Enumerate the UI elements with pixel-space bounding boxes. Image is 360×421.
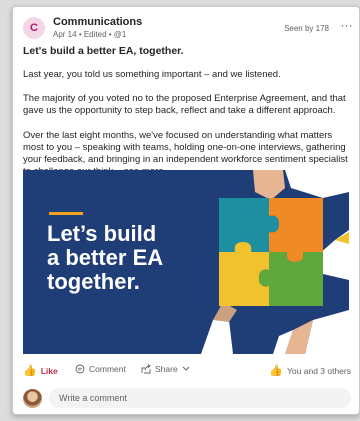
comment-label: Comment [89,364,126,374]
share-button[interactable]: Share [141,364,190,374]
comment-input[interactable] [49,388,351,408]
thumbs-up-icon: 👍 [269,365,284,377]
share-icon [141,364,151,374]
author-name[interactable]: Communications [53,16,142,28]
post-meta: Apr 14 • Edited • @1 [53,30,127,39]
like-button[interactable]: 👍 Like [23,364,58,377]
more-options-icon[interactable]: ··· [341,20,354,32]
current-user-avatar [23,389,42,408]
mention-count[interactable]: @1 [114,30,127,39]
banner-headline: Let’s build a better EA together. [47,222,217,294]
banner-line: a better EA [47,245,164,270]
post-actions-bar: 👍 Like Comment Share 👍 You and 3 others [23,364,351,380]
banner-line: together. [47,269,140,294]
seen-by-count[interactable]: Seen by 178 [284,24,329,33]
post-date: Apr 14 [53,30,77,39]
reactions-summary[interactable]: 👍 You and 3 others [269,364,351,377]
chevron-down-icon[interactable] [182,366,190,372]
banner-accent-line [49,212,83,215]
write-comment-row [23,387,351,409]
author-avatar[interactable]: C [23,17,45,39]
edited-label: Edited [83,30,107,39]
thumbs-up-icon: 👍 [23,365,37,377]
comment-button[interactable]: Comment [75,364,126,374]
like-label: Like [40,365,58,376]
post-card: C Communications Apr 14 • Edited • @1 Se… [12,6,360,415]
post-header: C Communications Apr 14 • Edited • @1 Se… [23,15,353,41]
banner-line: Let’s build [47,221,157,246]
reactions-label: You and 3 others [287,365,351,376]
share-label: Share [155,364,178,374]
comment-bubble-icon [75,364,85,374]
post-paragraph: Last year, you told us something importa… [23,69,281,80]
post-paragraph: The majority of you voted no to the prop… [23,93,346,116]
post-title: Let's build a better EA, together. [23,45,184,57]
post-banner-image[interactable]: Let’s build a better EA together. [23,170,349,354]
